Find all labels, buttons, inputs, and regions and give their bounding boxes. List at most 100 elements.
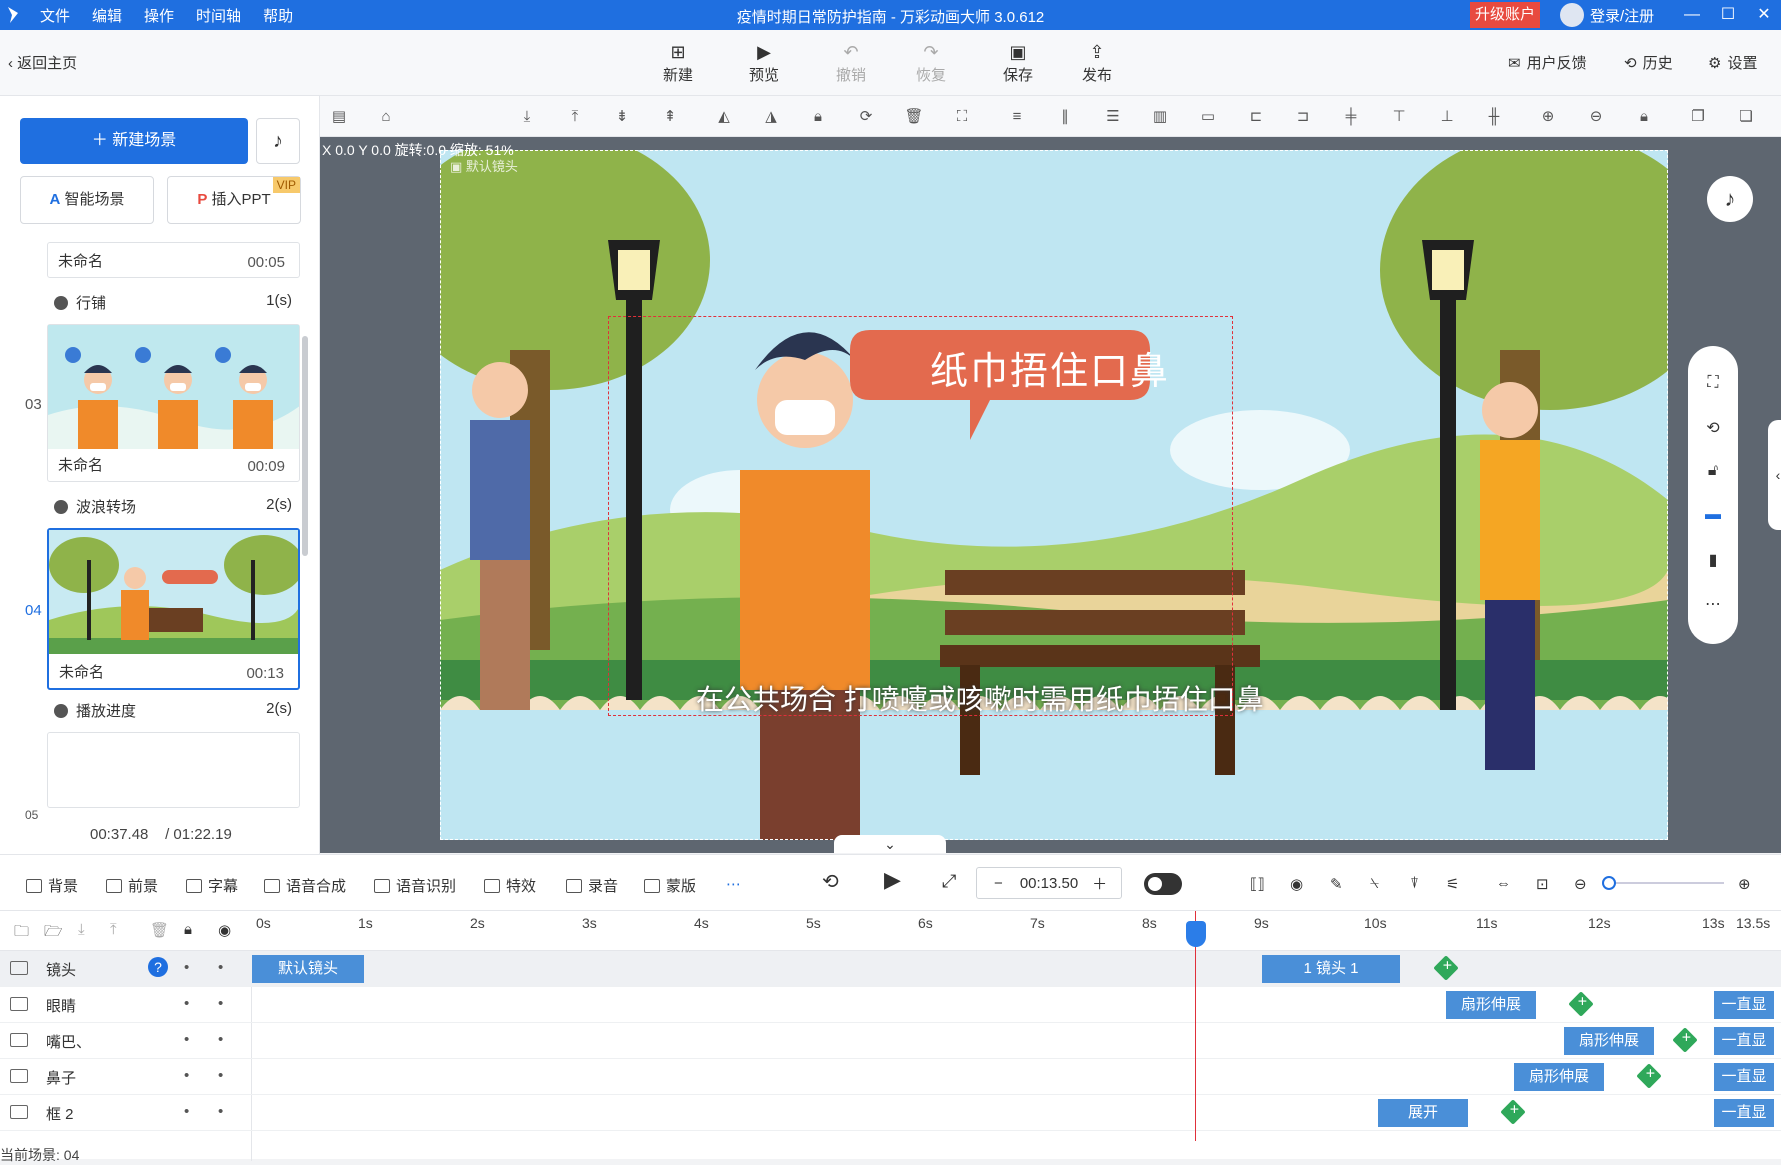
undo-button[interactable]: ↶ 撤销 xyxy=(821,40,881,85)
mask-button[interactable]: 蒙版 xyxy=(644,875,696,896)
chevron-down-icon[interactable]: ⌄ xyxy=(834,835,946,853)
track-dot[interactable]: • xyxy=(218,1031,223,1048)
copy-icon[interactable]: ❐ xyxy=(1687,106,1709,128)
new-button[interactable]: ⊞ 新建 xyxy=(648,40,708,85)
scene-stage[interactable]: 纸巾捂住口鼻 在公共场合 打喷嚏或咳嗽时需用纸巾捂住口鼻 ▣ 默认镜头 xyxy=(440,150,1668,840)
add-keyframe-icon[interactable] xyxy=(1636,1063,1662,1089)
align-right-icon[interactable]: ⊐ xyxy=(1292,106,1314,128)
play-icon[interactable]: ▶ xyxy=(884,867,901,893)
zoom-slider-handle[interactable] xyxy=(1602,876,1616,890)
clip-always-show[interactable]: 一直显 xyxy=(1714,1027,1774,1055)
move-down-icon[interactable]: ⇟ xyxy=(611,106,633,128)
clip-default-camera[interactable]: 默认镜头 xyxy=(252,955,364,983)
crop-icon[interactable]: ⛶ xyxy=(951,106,973,128)
scene-card[interactable] xyxy=(47,732,300,808)
music-note-icon[interactable]: ♪ xyxy=(256,118,300,164)
clip-always-show[interactable]: 一直显 xyxy=(1714,1099,1774,1127)
delete-icon[interactable]: 🗑︎ xyxy=(903,106,925,128)
smart-scene-button[interactable]: A 智能场景 xyxy=(20,176,154,224)
track-row[interactable]: 嘴巴、 • • 扇形伸展 一直显 xyxy=(0,1023,1781,1059)
caption-button[interactable]: 字幕 xyxy=(186,875,238,896)
login-button[interactable]: 登录/注册 xyxy=(1560,2,1654,28)
add-keyframe-icon[interactable] xyxy=(1433,955,1459,981)
save-button[interactable]: ▣ 保存 xyxy=(988,40,1048,85)
unlock-icon[interactable]: 🔓︎ xyxy=(1703,462,1723,482)
move-up-icon[interactable]: ⇞ xyxy=(659,106,681,128)
plus-icon[interactable]: ＋ xyxy=(1078,873,1121,894)
adjust-icon[interactable]: ⚟ xyxy=(1446,875,1459,893)
distribute-v-icon[interactable]: ☰ xyxy=(1102,106,1124,128)
clip-always-show[interactable]: 一直显 xyxy=(1714,1063,1774,1091)
align-top-icon[interactable]: ⤒ xyxy=(564,106,586,128)
track-dot[interactable]: • xyxy=(184,995,189,1012)
zoom-slider-track[interactable] xyxy=(1606,882,1724,884)
clip-fan-expand[interactable]: 扇形伸展 xyxy=(1564,1027,1654,1055)
flip-v-icon[interactable]: ◮ xyxy=(760,106,782,128)
back-home-button[interactable]: ‹ 返回主页 xyxy=(8,52,77,73)
transition-item[interactable]: 波浪转场 2(s) xyxy=(54,496,300,522)
fit-width-icon[interactable]: ⇔ xyxy=(1496,875,1511,892)
menu-edit[interactable]: 编辑 xyxy=(92,5,122,26)
track-dot[interactable]: • xyxy=(218,1067,223,1084)
menu-operate[interactable]: 操作 xyxy=(144,5,174,26)
align-bottom-icon[interactable]: ⤓ xyxy=(516,106,538,128)
rotate-icon[interactable]: ⟲ xyxy=(1703,418,1723,438)
screenshot-icon[interactable]: ◉ xyxy=(1290,875,1303,893)
move-up-icon[interactable]: ⤒ xyxy=(110,921,117,938)
fit-screen-icon[interactable]: ⛶ xyxy=(1703,374,1723,394)
menu-timeline[interactable]: 时间轴 xyxy=(196,5,241,26)
asr-button[interactable]: 语音识别 xyxy=(374,875,456,896)
align-left-icon[interactable]: ⊏ xyxy=(1245,106,1267,128)
time-stepper[interactable]: −00:13.50 ＋ xyxy=(976,867,1122,899)
track-row[interactable]: 框 2 • • 展开 一直显 xyxy=(0,1095,1781,1131)
align-center-icon[interactable]: ≡ xyxy=(1006,106,1028,128)
lock-all-icon[interactable]: 🔒︎ xyxy=(1633,106,1655,128)
center-h-icon[interactable]: ╪ xyxy=(1340,106,1362,128)
track-row[interactable]: 鼻子 • • 扇形伸展 一直显 xyxy=(0,1059,1781,1095)
track-row[interactable]: 镜头 ? • • 默认镜头 1 镜头 1 xyxy=(0,951,1781,987)
portrait-icon[interactable]: ▮ xyxy=(1703,550,1723,570)
add-keyframe-icon[interactable] xyxy=(1568,991,1594,1017)
lock-icon[interactable]: 🔒︎ xyxy=(807,106,829,128)
maximize-icon[interactable]: ☐ xyxy=(1708,0,1748,30)
same-size-icon[interactable]: ▭ xyxy=(1197,106,1219,128)
scene-card[interactable]: 未命名 00:05 xyxy=(47,242,300,278)
record-button[interactable]: 录音 xyxy=(566,875,618,896)
paste-icon[interactable]: ❏ xyxy=(1735,106,1757,128)
clip-fan-expand[interactable]: 扇形伸展 xyxy=(1446,991,1536,1019)
redo-button[interactable]: ↷ 恢复 xyxy=(901,40,961,85)
landscape-icon[interactable]: ▬ xyxy=(1703,506,1723,526)
more-options-icon[interactable]: ⋯ xyxy=(726,875,741,893)
split-icon[interactable]: ⍀ xyxy=(1370,875,1379,892)
clip-expand[interactable]: 展开 xyxy=(1378,1099,1468,1127)
upgrade-button[interactable]: 升级账户 xyxy=(1470,2,1540,28)
panel-collapse-icon[interactable]: ‹ xyxy=(1768,420,1781,530)
track-dot[interactable]: • xyxy=(184,1103,189,1120)
add-folder-icon[interactable]: 🗀︎ xyxy=(14,921,29,946)
track-dot[interactable]: • xyxy=(184,1031,189,1048)
menu-file[interactable]: 文件 xyxy=(40,5,70,26)
actual-size-icon[interactable]: ⊡ xyxy=(1536,875,1549,893)
zoom-in-icon[interactable]: ⊕ xyxy=(1537,106,1559,128)
zoom-in-icon[interactable]: ⊕ xyxy=(1738,875,1751,893)
track-dot[interactable]: • xyxy=(218,1103,223,1120)
scene-card[interactable]: 未命名 00:09 xyxy=(47,324,300,482)
eye-icon[interactable]: ◉ xyxy=(218,921,231,939)
menu-help[interactable]: 帮助 xyxy=(263,5,293,26)
center-v-icon[interactable]: ╫ xyxy=(1483,106,1505,128)
new-folder-icon[interactable]: 🗁︎ xyxy=(44,921,63,946)
help-icon[interactable]: ? xyxy=(148,957,168,977)
add-keyframe-icon[interactable] xyxy=(1500,1099,1526,1125)
foreground-button[interactable]: 前景 xyxy=(106,875,158,896)
filter-icon[interactable]: ⍒ xyxy=(1410,875,1419,892)
insert-ppt-button[interactable]: P 插入PPT VIP xyxy=(167,176,301,224)
distribute-h-icon[interactable]: ▥ xyxy=(1149,106,1171,128)
top-edge-icon[interactable]: ⊤ xyxy=(1388,106,1410,128)
flip-h-icon[interactable]: ◭ xyxy=(713,106,735,128)
time-value[interactable]: 00:13.50 xyxy=(1020,875,1078,892)
settings-button[interactable]: ⚙ 设置 xyxy=(1708,52,1757,73)
scene-card-selected[interactable]: 未命名 00:13 xyxy=(47,528,300,690)
playhead-handle[interactable] xyxy=(1186,921,1206,947)
track-dot[interactable]: • xyxy=(184,1067,189,1084)
track-dot[interactable]: • xyxy=(184,959,189,976)
